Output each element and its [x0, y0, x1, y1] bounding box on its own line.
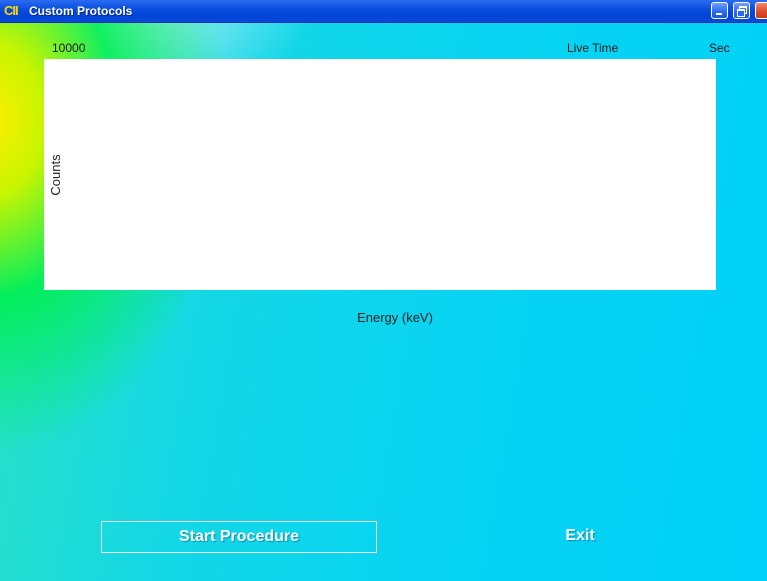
live-time-unit-label: Sec [709, 41, 730, 55]
window-title: Custom Protocols [29, 4, 133, 18]
spectrum-plot-area [44, 59, 716, 290]
close-icon[interactable] [755, 2, 767, 19]
title-bar[interactable]: CII Custom Protocols [0, 0, 767, 23]
start-procedure-button[interactable]: Start Procedure [101, 521, 377, 553]
restore-icon[interactable] [733, 2, 750, 19]
x-axis-label: Energy (keV) [357, 310, 433, 325]
app-logo-icon: CII [4, 3, 19, 18]
y-axis-max-label: 10000 [52, 41, 86, 55]
exit-button[interactable]: Exit [540, 521, 620, 553]
app-window: CII Custom Protocols 10000 Live Time Sec… [0, 0, 767, 581]
y-axis-label: Counts [48, 154, 63, 196]
minimize-icon[interactable] [711, 2, 728, 19]
live-time-label: Live Time [567, 41, 619, 55]
